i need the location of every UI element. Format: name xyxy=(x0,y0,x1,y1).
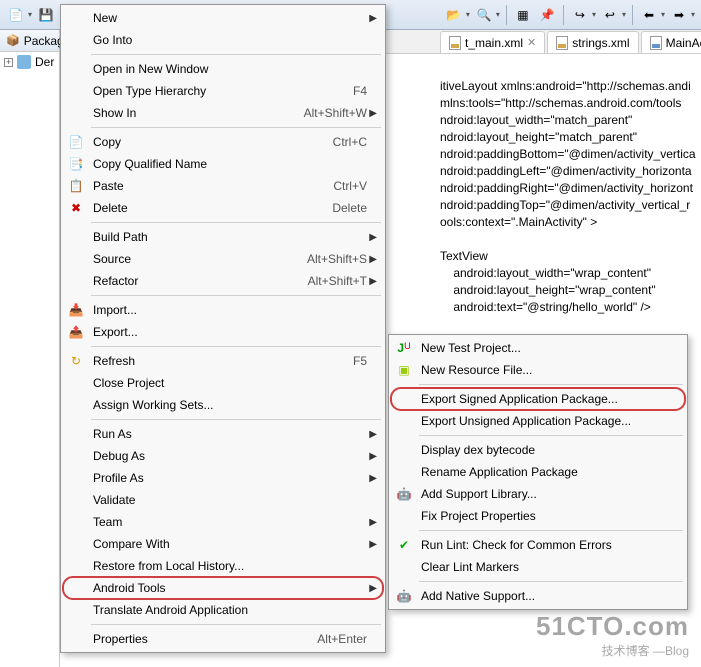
menu-build-path[interactable]: Build Path▶ xyxy=(63,226,383,248)
menu-profile-as[interactable]: Profile As▶ xyxy=(63,467,383,489)
submenu-add-native[interactable]: 🤖Add Native Support... xyxy=(391,585,685,607)
tree-expand-icon[interactable]: + xyxy=(4,58,13,67)
android-tools-submenu: JUNew Test Project... ▣New Resource File… xyxy=(388,334,688,610)
xml-file-icon xyxy=(449,36,461,50)
submenu-export-unsigned[interactable]: Export Unsigned Application Package... xyxy=(391,410,685,432)
paste-icon: 📋 xyxy=(63,179,89,193)
menu-assign-working-sets[interactable]: Assign Working Sets... xyxy=(63,394,383,416)
menu-open-new-window[interactable]: Open in New Window xyxy=(63,58,383,80)
tool-save[interactable]: 💾 xyxy=(36,5,56,25)
copy-qual-icon: 📑 xyxy=(63,157,89,171)
tool-search[interactable]: 🔍 xyxy=(474,5,494,25)
tab-main-xml[interactable]: t_main.xml ✕ xyxy=(440,31,545,53)
menu-debug-as[interactable]: Debug As▶ xyxy=(63,445,383,467)
tool-next[interactable]: ↪ xyxy=(570,5,590,25)
tool-new[interactable]: 📄 xyxy=(6,5,26,25)
project-icon xyxy=(17,55,31,69)
menu-export[interactable]: 📤Export... xyxy=(63,321,383,343)
menu-run-as[interactable]: Run As▶ xyxy=(63,423,383,445)
import-icon: 📥 xyxy=(63,303,89,317)
menu-restore-local[interactable]: Restore from Local History... xyxy=(63,555,383,577)
menu-show-in[interactable]: Show InAlt+Shift+W▶ xyxy=(63,102,383,124)
check-icon: ✔ xyxy=(391,538,417,552)
tool-fwd[interactable]: ➡ xyxy=(669,5,689,25)
tree-item-label: Der xyxy=(35,55,54,69)
java-file-icon xyxy=(650,36,662,50)
close-icon[interactable]: ✕ xyxy=(527,36,536,49)
tab-label: MainActivity.java xyxy=(666,36,701,50)
menu-copy-qualified[interactable]: 📑Copy Qualified Name xyxy=(63,153,383,175)
submenu-export-signed[interactable]: Export Signed Application Package... xyxy=(391,388,685,410)
submenu-clear-lint[interactable]: Clear Lint Markers xyxy=(391,556,685,578)
junit-icon: JU xyxy=(391,341,417,355)
tab-label: strings.xml xyxy=(572,36,629,50)
tab-strings-xml[interactable]: strings.xml xyxy=(547,31,638,53)
package-explorer: 📦 Package + Der xyxy=(0,30,60,667)
menu-validate[interactable]: Validate xyxy=(63,489,383,511)
tool-pin[interactable]: 📌 xyxy=(537,5,557,25)
export-icon: 📤 xyxy=(63,325,89,339)
submenu-add-support-lib[interactable]: 🤖Add Support Library... xyxy=(391,483,685,505)
tool-outline[interactable]: ▦ xyxy=(513,5,533,25)
menu-source[interactable]: SourceAlt+Shift+S▶ xyxy=(63,248,383,270)
submenu-fix-project-props[interactable]: Fix Project Properties xyxy=(391,505,685,527)
xml-file-icon xyxy=(556,36,568,50)
copy-icon: 📄 xyxy=(63,135,89,149)
menu-team[interactable]: Team▶ xyxy=(63,511,383,533)
tree-item-project[interactable]: + Der xyxy=(0,52,59,72)
menu-refactor[interactable]: RefactorAlt+Shift+T▶ xyxy=(63,270,383,292)
context-menu: New▶ Go Into Open in New Window Open Typ… xyxy=(60,4,386,653)
menu-translate-android[interactable]: Translate Android Application xyxy=(63,599,383,621)
menu-import[interactable]: 📥Import... xyxy=(63,299,383,321)
watermark: 51CTO.com 技术博客 —Blog xyxy=(536,611,689,659)
submenu-run-lint[interactable]: ✔Run Lint: Check for Common Errors xyxy=(391,534,685,556)
android-icon: ▣ xyxy=(391,363,417,377)
menu-delete[interactable]: ✖DeleteDelete xyxy=(63,197,383,219)
delete-icon: ✖ xyxy=(63,201,89,215)
tool-back[interactable]: ⬅ xyxy=(639,5,659,25)
submenu-display-dex[interactable]: Display dex bytecode xyxy=(391,439,685,461)
menu-refresh[interactable]: ↻RefreshF5 xyxy=(63,350,383,372)
menu-properties[interactable]: PropertiesAlt+Enter xyxy=(63,628,383,650)
menu-paste[interactable]: 📋PasteCtrl+V xyxy=(63,175,383,197)
refresh-icon: ↻ xyxy=(63,354,89,368)
tool-prev[interactable]: ↩ xyxy=(600,5,620,25)
menu-close-project[interactable]: Close Project xyxy=(63,372,383,394)
submenu-new-resource-file[interactable]: ▣New Resource File... xyxy=(391,359,685,381)
menu-go-into[interactable]: Go Into xyxy=(63,29,383,51)
sidebar-header: 📦 Package xyxy=(0,30,59,52)
menu-new[interactable]: New▶ xyxy=(63,7,383,29)
android-robot-icon: 🤖 xyxy=(391,589,417,603)
android-robot-icon: 🤖 xyxy=(391,487,417,501)
submenu-new-test-project[interactable]: JUNew Test Project... xyxy=(391,337,685,359)
menu-copy[interactable]: 📄CopyCtrl+C xyxy=(63,131,383,153)
menu-android-tools[interactable]: Android Tools▶ xyxy=(63,577,383,599)
tab-label: t_main.xml xyxy=(465,36,523,50)
submenu-rename-package[interactable]: Rename Application Package xyxy=(391,461,685,483)
tool-open[interactable]: 📂 xyxy=(444,5,464,25)
tab-main-activity[interactable]: MainActivity.java xyxy=(641,31,701,53)
menu-open-type-hierarchy[interactable]: Open Type HierarchyF4 xyxy=(63,80,383,102)
menu-compare-with[interactable]: Compare With▶ xyxy=(63,533,383,555)
